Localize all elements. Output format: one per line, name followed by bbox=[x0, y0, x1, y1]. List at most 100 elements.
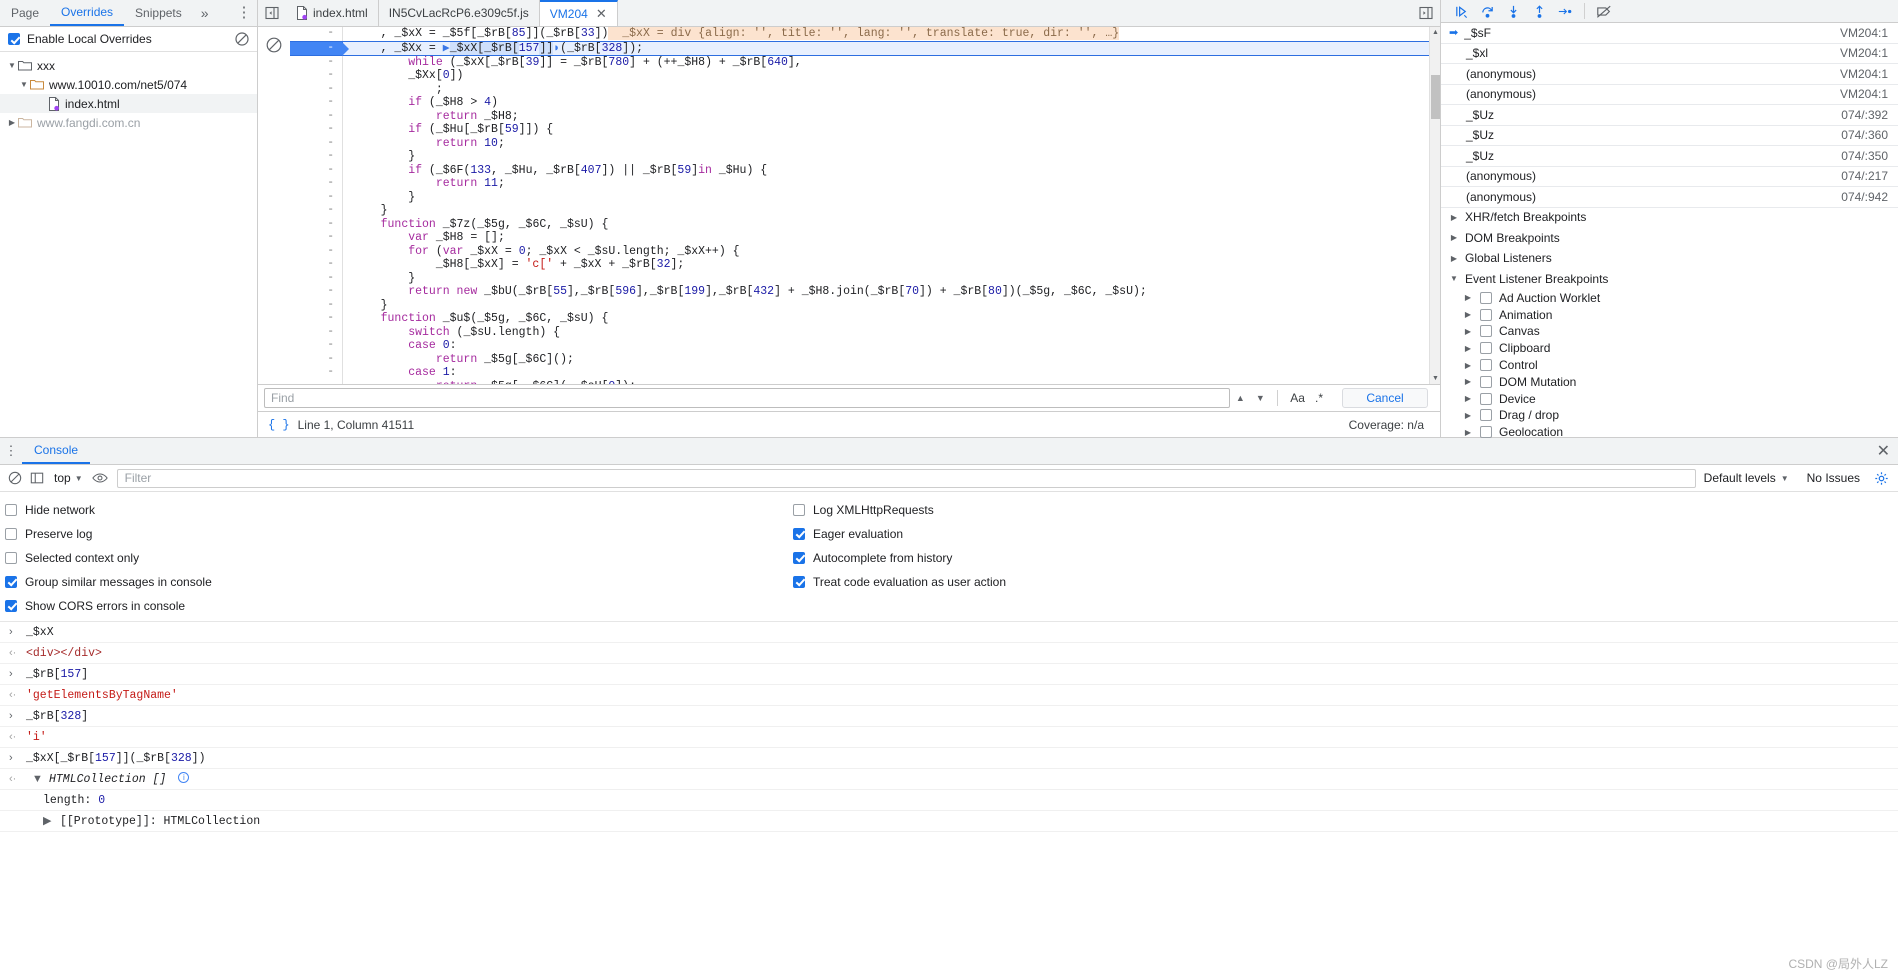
code-line[interactable]: - _$H8[_$xX] = 'c[' + _$xX + _$rB[32]; bbox=[290, 258, 1440, 272]
close-icon[interactable]: ✕ bbox=[596, 6, 607, 22]
call-frame-location[interactable]: 074/:360 bbox=[1841, 128, 1888, 142]
debugger-section-header[interactable]: ▼ Event Listener Breakpoints bbox=[1441, 269, 1898, 290]
code-line[interactable]: - while (_$xX[_$rB[39]] = _$rB[780] + (+… bbox=[290, 55, 1440, 69]
event-listener-checkbox[interactable] bbox=[1480, 291, 1492, 304]
expand-triangle-icon[interactable]: ▼ bbox=[18, 80, 30, 89]
line-number[interactable]: - bbox=[290, 69, 342, 83]
line-number[interactable]: - bbox=[290, 96, 342, 110]
debugger-section-header[interactable]: ▶ DOM Breakpoints bbox=[1441, 228, 1898, 249]
code-line[interactable]: - } bbox=[290, 298, 1440, 312]
event-listener-row[interactable]: ▶ Canvas bbox=[1441, 323, 1898, 340]
code-line[interactable]: - } bbox=[290, 271, 1440, 285]
collapse-triangle-icon[interactable]: ▶ bbox=[1463, 344, 1473, 353]
debugger-section-header[interactable]: ▶ XHR/fetch Breakpoints bbox=[1441, 208, 1898, 229]
eye-icon[interactable] bbox=[89, 467, 111, 489]
line-number[interactable]: - bbox=[290, 27, 342, 41]
line-number[interactable]: - bbox=[290, 82, 342, 96]
call-stack-row[interactable]: _$Uz 074/:392 bbox=[1441, 105, 1898, 126]
step-icon[interactable] bbox=[1553, 0, 1577, 22]
editor-vertical-scrollbar[interactable]: ▲ ▼ bbox=[1429, 27, 1440, 384]
code-line[interactable]: - _$Xx[0]) bbox=[290, 69, 1440, 83]
console-sidebar-icon[interactable] bbox=[26, 467, 48, 489]
console-setting-checkbox[interactable] bbox=[793, 575, 805, 588]
event-listener-row[interactable]: ▶ Drag / drop bbox=[1441, 407, 1898, 424]
cancel-button[interactable]: Cancel bbox=[1342, 388, 1428, 408]
collapse-triangle-icon[interactable]: ▶ bbox=[1463, 411, 1473, 420]
line-number[interactable]: - bbox=[290, 123, 342, 137]
gear-icon[interactable] bbox=[1870, 467, 1892, 489]
console-setting-checkbox[interactable] bbox=[793, 527, 805, 540]
tab-console[interactable]: Console bbox=[22, 438, 91, 464]
call-frame-location[interactable]: VM204:1 bbox=[1840, 46, 1888, 60]
call-stack-row[interactable]: (anonymous) VM204:1 bbox=[1441, 85, 1898, 105]
collapse-triangle-icon[interactable]: ▶ bbox=[1463, 428, 1473, 437]
line-number[interactable]: - bbox=[290, 352, 342, 366]
deactivate-breakpoints-indicator-icon[interactable] bbox=[258, 27, 290, 53]
call-stack-row[interactable]: (anonymous) 074/:942 bbox=[1441, 187, 1898, 208]
step-out-icon[interactable] bbox=[1527, 0, 1551, 22]
collapse-triangle-icon[interactable]: ▶ bbox=[1449, 213, 1459, 222]
collapse-triangle-icon[interactable]: ▶ bbox=[43, 814, 53, 829]
step-over-icon[interactable] bbox=[1475, 0, 1499, 22]
line-number[interactable]: - bbox=[290, 217, 342, 231]
line-number[interactable]: - bbox=[290, 339, 342, 353]
clear-console-icon[interactable] bbox=[4, 467, 26, 489]
console-output[interactable]: › _$xX ‹· <div></div> › _$rB[157] ‹· 'getElemen… bbox=[0, 622, 1898, 976]
line-number[interactable]: - bbox=[290, 244, 342, 258]
scrollbar-thumb[interactable] bbox=[1431, 75, 1440, 119]
console-entry[interactable]: › _$rB[328] bbox=[0, 706, 1898, 727]
collapse-triangle-icon[interactable]: ▶ bbox=[1463, 394, 1473, 403]
event-listener-row[interactable]: ▶ Device bbox=[1441, 390, 1898, 407]
expand-triangle-icon[interactable]: ▼ bbox=[32, 772, 43, 787]
code-line[interactable]: - case 0: bbox=[290, 339, 1440, 353]
enable-local-overrides-row[interactable]: Enable Local Overrides bbox=[0, 27, 257, 52]
event-listener-checkbox[interactable] bbox=[1480, 409, 1492, 422]
line-number[interactable]: - bbox=[290, 150, 342, 164]
console-setting-row[interactable]: Preserve log bbox=[5, 526, 793, 541]
console-setting-row[interactable]: Autocomplete from history bbox=[793, 550, 1006, 565]
console-setting-checkbox[interactable] bbox=[5, 551, 17, 564]
collapse-triangle-icon[interactable]: ▶ bbox=[1449, 233, 1459, 242]
code-lines-container[interactable]: - , _$xX = _$5f[_$rB[85]](_$rB[33]) _$xX… bbox=[290, 27, 1440, 384]
code-line[interactable]: - return _$5g[_$6C](); bbox=[290, 352, 1440, 366]
code-line[interactable]: - ; bbox=[290, 82, 1440, 96]
collapse-triangle-icon[interactable]: ▶ bbox=[1463, 293, 1473, 302]
scroll-down-arrow-icon[interactable]: ▼ bbox=[1430, 373, 1440, 384]
show-debugger-sidebar-icon[interactable] bbox=[1412, 0, 1440, 26]
call-frame-location[interactable]: VM204:1 bbox=[1840, 26, 1888, 40]
call-frame-location[interactable]: VM204:1 bbox=[1840, 87, 1888, 101]
execution-context-selector[interactable]: top ▼ bbox=[48, 468, 89, 488]
code-line[interactable]: - switch (_$sU.length) { bbox=[290, 325, 1440, 339]
code-line[interactable]: - return 10; bbox=[290, 136, 1440, 150]
line-number[interactable]: - bbox=[290, 312, 342, 326]
pretty-print-icon[interactable]: { } bbox=[268, 418, 290, 432]
console-entry[interactable]: ‹· 'getElementsByTagName' bbox=[0, 685, 1898, 706]
line-number[interactable]: - bbox=[290, 190, 342, 204]
event-listener-row[interactable]: ▶ Animation bbox=[1441, 306, 1898, 323]
console-setting-row[interactable]: Treat code evaluation as user action bbox=[793, 574, 1006, 589]
code-line[interactable]: - return _$H8; bbox=[290, 109, 1440, 123]
console-entry[interactable]: ‹· <div></div> bbox=[0, 643, 1898, 664]
console-setting-checkbox[interactable] bbox=[793, 503, 805, 516]
code-line[interactable]: - function _$u$(_$5g, _$6C, _$sU) { bbox=[290, 312, 1440, 326]
collapse-triangle-icon[interactable]: ▶ bbox=[1463, 310, 1473, 319]
show-navigator-icon[interactable] bbox=[258, 0, 286, 26]
navigator-menu-kebab-icon[interactable]: ⋮ bbox=[231, 0, 257, 26]
line-number[interactable]: - bbox=[290, 231, 342, 245]
collapse-triangle-icon[interactable]: ▶ bbox=[1449, 254, 1459, 263]
console-setting-checkbox[interactable] bbox=[5, 527, 17, 540]
line-number[interactable]: - bbox=[290, 271, 342, 285]
call-frame-location[interactable]: 074/:942 bbox=[1841, 190, 1888, 204]
line-number[interactable]: - bbox=[290, 285, 342, 299]
tree-row-index-html[interactable]: ▼ index.html bbox=[0, 94, 257, 113]
call-stack-row[interactable]: ➡ _$sF VM204:1 bbox=[1441, 23, 1898, 44]
line-number[interactable]: - bbox=[290, 258, 342, 272]
event-listener-row[interactable]: ▶ Ad Auction Worklet bbox=[1441, 290, 1898, 307]
line-number[interactable]: - bbox=[290, 136, 342, 150]
code-line[interactable]: - if (_$H8 > 4) bbox=[290, 96, 1440, 110]
collapse-triangle-icon[interactable]: ▶ bbox=[1463, 361, 1473, 370]
info-icon[interactable]: i bbox=[178, 772, 190, 783]
tab-snippets[interactable]: Snippets bbox=[124, 0, 193, 26]
code-line[interactable]: - , _$xX = _$5f[_$rB[85]](_$rB[33]) _$xX… bbox=[290, 27, 1440, 41]
find-next-icon[interactable]: ▼ bbox=[1250, 388, 1270, 408]
